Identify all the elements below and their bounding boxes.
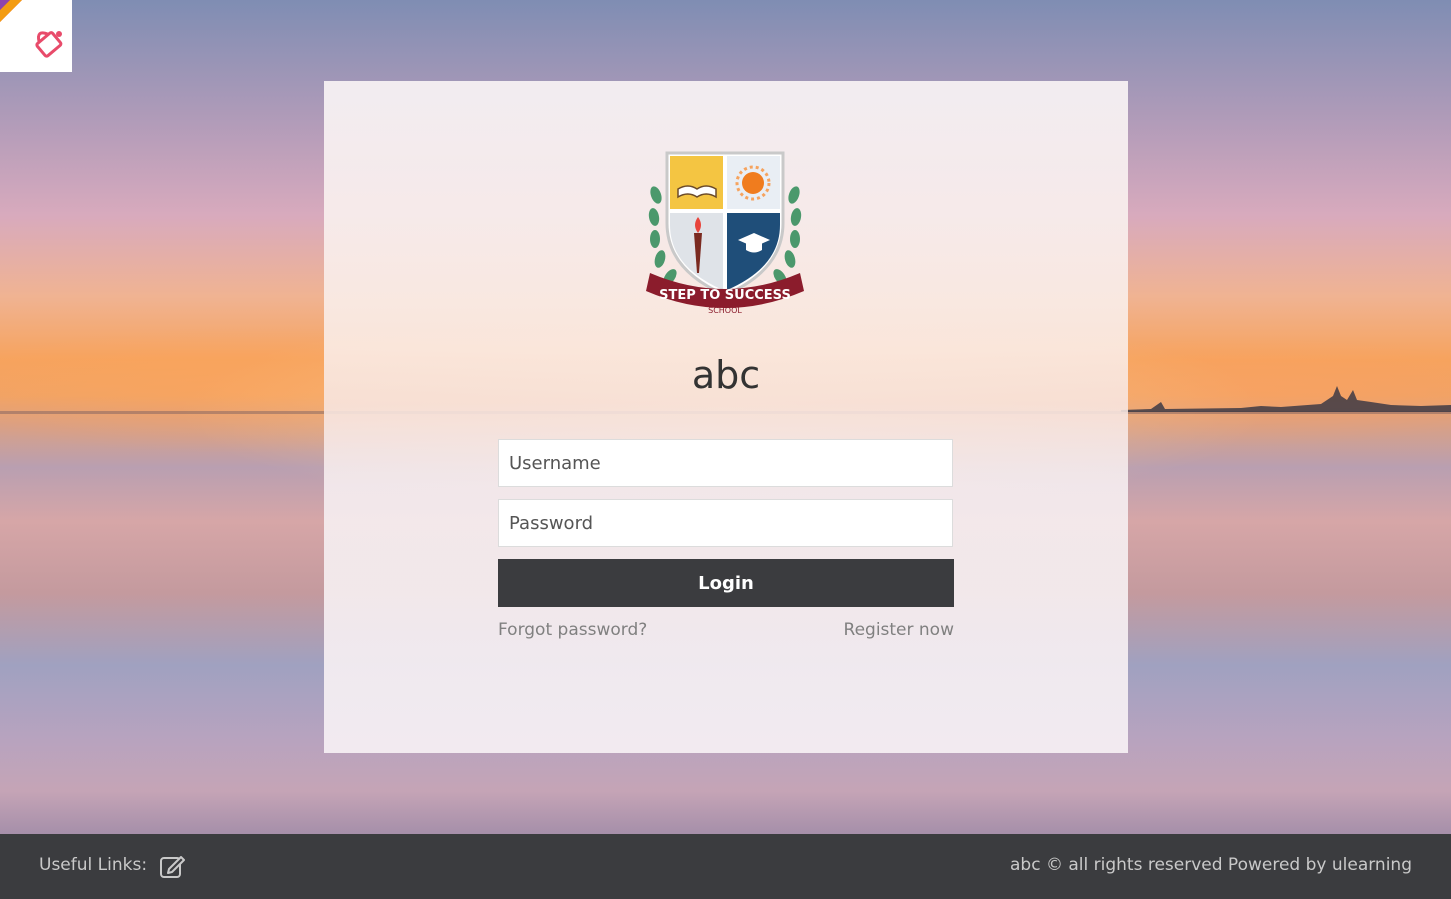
login-button[interactable]: Login [498,559,954,607]
edit-icon[interactable] [159,853,185,879]
login-card: STEP TO SUCCESS SCHOOL abc Login Forgot … [324,81,1128,753]
school-crest-logo: STEP TO SUCCESS SCHOOL [646,151,804,315]
crest-subtext: SCHOOL [708,306,742,315]
footer: Useful Links: abc © all rights reserved … [0,834,1451,899]
paint-bucket-icon [35,31,63,58]
crest-banner-text: STEP TO SUCCESS [659,288,791,303]
register-now-link[interactable]: Register now [844,620,954,640]
extension-badge[interactable] [0,0,72,72]
school-name-heading: abc [691,353,761,397]
useful-links-label: Useful Links: [39,855,148,875]
copyright-text: abc © all rights reserved Powered by ule… [1010,855,1412,875]
forgot-password-link[interactable]: Forgot password? [498,620,647,640]
login-page: STEP TO SUCCESS SCHOOL abc Login Forgot … [0,0,1451,899]
password-input[interactable] [498,499,953,547]
username-input[interactable] [498,439,953,487]
shoreline-silhouette [1121,386,1451,412]
